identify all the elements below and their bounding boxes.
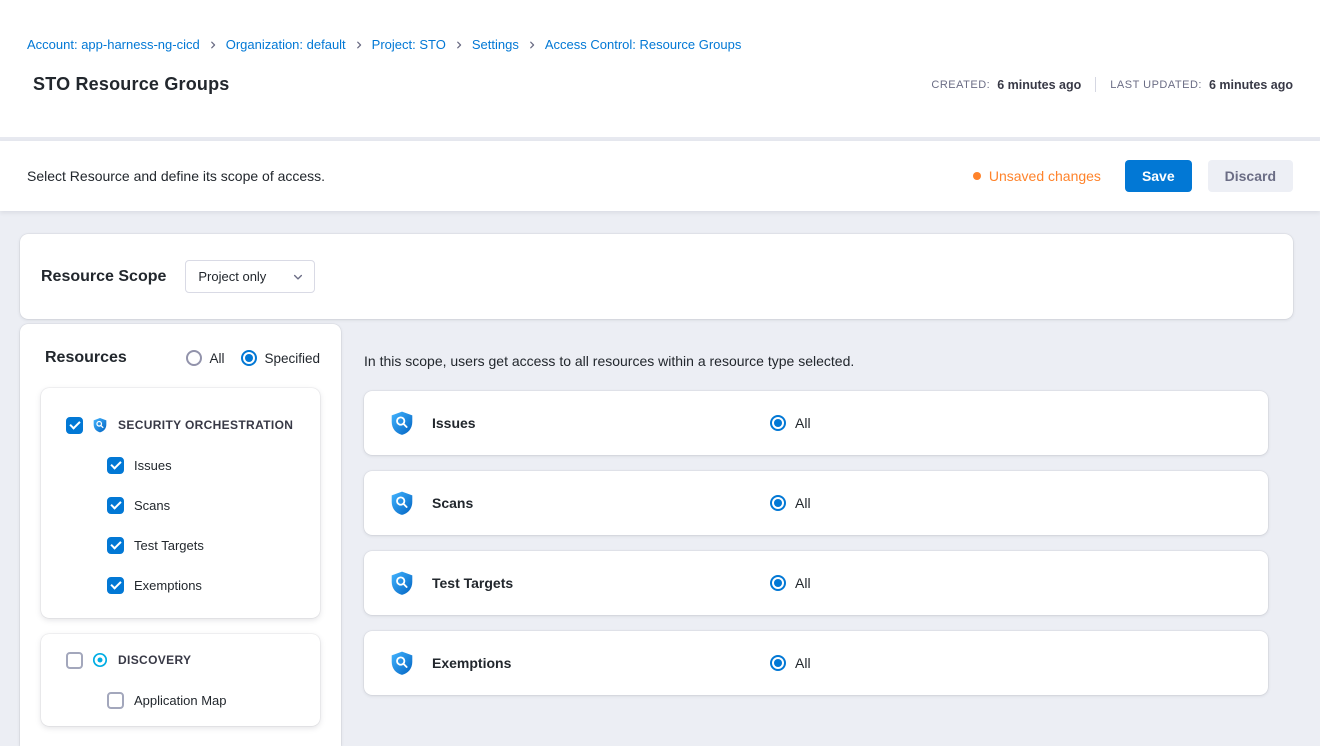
chevron-right-icon xyxy=(454,40,464,50)
radio-selected-icon xyxy=(770,415,786,431)
discard-button[interactable]: Discard xyxy=(1208,160,1293,192)
unsaved-changes-label: Unsaved changes xyxy=(989,168,1101,184)
resource-item-test-targets: Test Targets xyxy=(41,525,320,565)
checkbox-scans[interactable] xyxy=(107,497,124,514)
access-radio-all[interactable]: All xyxy=(770,415,811,431)
resource-row-label: Exemptions xyxy=(432,655,770,671)
chevron-right-icon xyxy=(527,40,537,50)
last-updated-label: LAST UPDATED: xyxy=(1110,79,1202,91)
page-header: Account: app-harness-ng-cicd Organizatio… xyxy=(0,0,1320,137)
chevron-down-icon xyxy=(292,271,304,283)
resource-item-label: Scans xyxy=(134,498,170,513)
breadcrumb-link-account[interactable]: Account: app-harness-ng-cicd xyxy=(27,37,200,52)
breadcrumb-link-project[interactable]: Project: STO xyxy=(372,37,446,52)
checkbox-issues[interactable] xyxy=(107,457,124,474)
toolbar: Select Resource and define its scope of … xyxy=(0,141,1320,211)
radio-selected-icon xyxy=(770,575,786,591)
security-shield-icon xyxy=(389,490,415,516)
resource-item-label: Test Targets xyxy=(134,538,204,553)
breadcrumb-link-resource-groups[interactable]: Access Control: Resource Groups xyxy=(545,37,742,52)
unsaved-changes-indicator: Unsaved changes xyxy=(973,168,1101,184)
breadcrumb-link-organization[interactable]: Organization: default xyxy=(226,37,346,52)
access-radio-label: All xyxy=(795,495,811,511)
resources-title: Resources xyxy=(45,349,127,367)
resource-item-scans: Scans xyxy=(41,485,320,525)
radio-selected-icon xyxy=(241,350,257,366)
checkbox-test-targets[interactable] xyxy=(107,537,124,554)
resource-row-exemptions: Exemptions All xyxy=(364,631,1268,695)
toolbar-actions: Unsaved changes Save Discard xyxy=(973,160,1293,192)
resource-scope-dropdown[interactable]: Project only xyxy=(185,260,315,293)
record-meta: CREATED: 6 minutes ago LAST UPDATED: 6 m… xyxy=(931,77,1293,92)
resources-panel: Resources All Specified xyxy=(20,324,341,746)
main-content: Resource Scope Project only Resources Al… xyxy=(0,211,1320,746)
radio-specified-label: Specified xyxy=(264,351,320,366)
radio-unselected-icon xyxy=(186,350,202,366)
resource-row-label: Scans xyxy=(432,495,770,511)
radio-all-label: All xyxy=(209,351,224,366)
save-button[interactable]: Save xyxy=(1125,160,1192,192)
checkbox-security-orchestration[interactable] xyxy=(66,417,83,434)
resource-scope-card: Resource Scope Project only xyxy=(20,234,1293,319)
security-shield-icon xyxy=(389,570,415,596)
chevron-right-icon xyxy=(208,40,218,50)
access-radio-all[interactable]: All xyxy=(770,655,811,671)
group-header-row: SECURITY ORCHESTRATION xyxy=(41,405,320,445)
resource-row-issues: Issues All xyxy=(364,391,1268,455)
radio-option-all[interactable]: All xyxy=(186,350,224,366)
access-radio-all[interactable]: All xyxy=(770,495,811,511)
resource-row-label: Test Targets xyxy=(432,575,770,591)
unsaved-dot-icon xyxy=(973,172,981,180)
resource-item-label: Issues xyxy=(134,458,172,473)
access-panel: In this scope, users get access to all r… xyxy=(364,324,1293,711)
resource-item-label: Application Map xyxy=(134,693,227,708)
resource-scope-selected-value: Project only xyxy=(198,269,266,284)
access-hint-text: In this scope, users get access to all r… xyxy=(364,353,1268,369)
group-header-row: DISCOVERY xyxy=(41,640,320,680)
radio-option-specified[interactable]: Specified xyxy=(241,350,320,366)
resource-item-application-map: Application Map xyxy=(41,680,320,720)
created-label: CREATED: xyxy=(931,79,990,91)
radio-selected-icon xyxy=(770,495,786,511)
created-value: 6 minutes ago xyxy=(997,78,1081,92)
checkbox-discovery[interactable] xyxy=(66,652,83,669)
last-updated-value: 6 minutes ago xyxy=(1209,78,1293,92)
group-label: DISCOVERY xyxy=(118,653,191,667)
chevron-right-icon xyxy=(354,40,364,50)
access-radio-label: All xyxy=(795,415,811,431)
group-label: SECURITY ORCHESTRATION xyxy=(118,418,293,432)
meta-divider xyxy=(1095,77,1096,92)
resource-row-scans: Scans All xyxy=(364,471,1268,535)
resource-item-exemptions: Exemptions xyxy=(41,565,320,605)
breadcrumb: Account: app-harness-ng-cicd Organizatio… xyxy=(27,0,1293,52)
toolbar-description: Select Resource and define its scope of … xyxy=(27,168,325,184)
security-shield-icon xyxy=(389,410,415,436)
page-title: STO Resource Groups xyxy=(33,74,230,95)
resource-row-label: Issues xyxy=(432,415,770,431)
discovery-icon xyxy=(92,652,108,668)
columns: Resources All Specified xyxy=(20,324,1293,746)
resource-item-label: Exemptions xyxy=(134,578,202,593)
radio-selected-icon xyxy=(770,655,786,671)
resources-filter-radio-group: All Specified xyxy=(186,350,320,366)
title-row: STO Resource Groups CREATED: 6 minutes a… xyxy=(27,74,1293,95)
resource-item-issues: Issues xyxy=(41,445,320,485)
security-shield-icon xyxy=(92,417,108,433)
checkbox-application-map[interactable] xyxy=(107,692,124,709)
access-radio-all[interactable]: All xyxy=(770,575,811,591)
security-shield-icon xyxy=(389,650,415,676)
resource-group-discovery: DISCOVERY Application Map xyxy=(41,634,320,726)
checkbox-exemptions[interactable] xyxy=(107,577,124,594)
resource-group-security-orchestration: SECURITY ORCHESTRATION Issues Scans Test… xyxy=(41,388,320,618)
resource-scope-title: Resource Scope xyxy=(41,268,166,286)
access-radio-label: All xyxy=(795,575,811,591)
resource-row-test-targets: Test Targets All xyxy=(364,551,1268,615)
resources-panel-header: Resources All Specified xyxy=(41,349,320,367)
access-radio-label: All xyxy=(795,655,811,671)
breadcrumb-link-settings[interactable]: Settings xyxy=(472,37,519,52)
